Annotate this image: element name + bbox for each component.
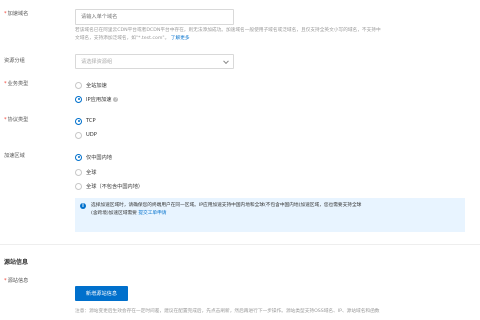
accel-region-label: 加速区域 [4, 153, 25, 159]
resource-group-select[interactable]: 请选择资源组 [75, 54, 234, 69]
submit-ticket-link[interactable]: 提交工单申请 [138, 211, 166, 216]
radio-icon [75, 182, 82, 190]
add-origin-button[interactable]: 新增源站信息 [75, 286, 128, 301]
origin-section-title: 源站信息 [4, 259, 29, 266]
learn-more-link[interactable]: 了解更多 [171, 36, 190, 41]
radio-icon [75, 131, 82, 139]
domain-help: 若该域名已在阿里云CDN平台或者DCDN平台中存在，则无法添加成功。加速域名一般… [75, 28, 381, 41]
region-option-global[interactable]: 全球 [75, 168, 96, 176]
domain-label: *加速域名 [4, 11, 29, 17]
region-info-notice: i 选择加速区域时，请确保您的终端用户在同一区域。IP应用加速支持中国内地和全球… [75, 198, 465, 232]
business-type-option-ip-app[interactable]: IP应用加速 ? [75, 95, 119, 103]
region-option-mainland[interactable]: 仅中国内地 [75, 153, 112, 161]
section-divider [0, 244, 480, 245]
business-type-option-full-site[interactable]: 全站加速 [75, 81, 107, 89]
protocol-option-tcp[interactable]: TCP [75, 117, 96, 125]
protocol-option-udp[interactable]: UDP [75, 131, 97, 139]
domain-input[interactable] [75, 9, 234, 25]
origin-note: 注意：源站变更后生效会存在一定时间差，建议在配置完成后，先点击刷新，然后再进行下… [75, 309, 380, 314]
resource-group-label: 资源分组 [4, 58, 25, 64]
radio-selected-icon [75, 95, 82, 103]
protocol-type-label: *协议类型 [4, 117, 29, 123]
region-option-global-excl-mainland[interactable]: 全球（不包含中国内地） [75, 182, 143, 190]
radio-selected-icon [75, 153, 82, 161]
origin-label: *源站信息 [4, 278, 29, 284]
info-icon: i [80, 203, 86, 209]
radio-icon [75, 168, 82, 176]
radio-selected-icon [75, 117, 82, 125]
help-icon[interactable]: ? [113, 96, 119, 102]
business-type-label: *业务类型 [4, 81, 29, 87]
chevron-down-icon [223, 57, 229, 64]
radio-icon [75, 81, 82, 89]
